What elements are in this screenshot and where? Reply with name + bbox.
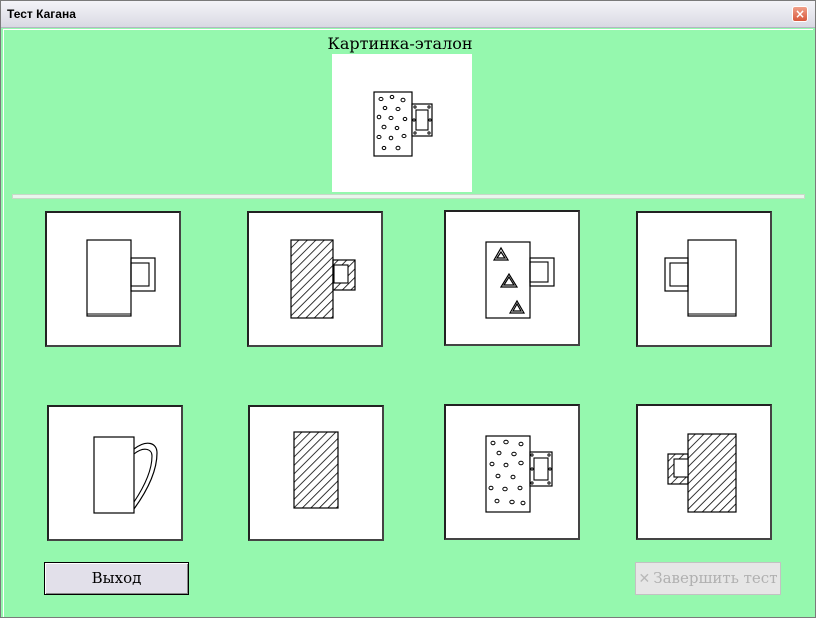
window-title: Тест Кагана (7, 7, 76, 21)
cross-icon: ✕ (638, 571, 651, 587)
reference-image (332, 54, 472, 192)
option-card-8[interactable] (636, 404, 772, 540)
option-card-7[interactable] (444, 404, 580, 540)
separator (12, 194, 805, 199)
reference-mug-picture (373, 91, 433, 157)
mug-picture (93, 436, 158, 514)
mug-picture (86, 239, 156, 317)
mug-picture (290, 239, 356, 319)
option-card-2[interactable] (247, 211, 383, 347)
option-card-4[interactable] (636, 211, 772, 347)
option-card-6[interactable] (248, 405, 384, 541)
exit-button[interactable]: Выход (44, 562, 189, 595)
title-bar[interactable]: Тест Кагана × (1, 1, 815, 28)
finish-test-button[interactable]: ✕ Завершить тест (635, 562, 781, 595)
mug-picture (664, 239, 737, 317)
mug-picture (485, 435, 553, 513)
close-button[interactable]: × (792, 6, 808, 22)
reference-title: Картинка-эталон (327, 34, 473, 53)
hatched-rectangle-picture (293, 431, 339, 509)
finish-test-label: Завершить тест (653, 569, 778, 587)
option-card-3[interactable] (444, 210, 580, 346)
mug-picture (485, 241, 555, 319)
mug-picture (667, 433, 737, 513)
option-card-1[interactable] (45, 211, 181, 347)
option-card-5[interactable] (47, 405, 183, 541)
close-icon: × (794, 7, 806, 21)
